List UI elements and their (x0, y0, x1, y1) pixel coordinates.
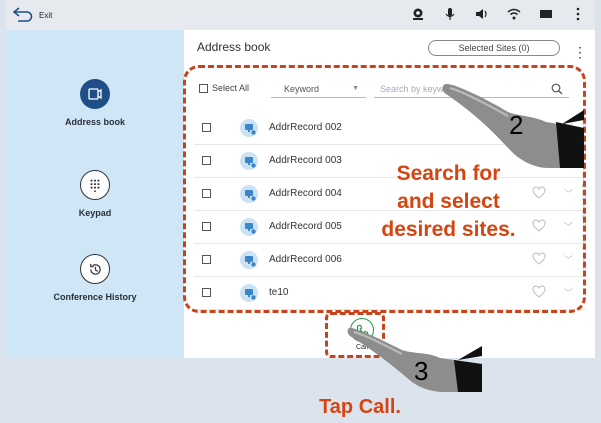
instruction-line: and select (397, 190, 500, 213)
top-bar: Exit (6, 0, 595, 30)
speaker-icon[interactable] (475, 7, 489, 21)
wifi-icon[interactable] (507, 7, 521, 21)
instruction-line: desired sites. (381, 218, 516, 241)
sidebar-item-conference-history[interactable]: Conference History (6, 254, 184, 302)
screen-icon[interactable] (539, 7, 553, 21)
instruction-search-select: Search for and select desired sites. (356, 160, 541, 244)
sidebar-item-label: Address book (64, 117, 125, 127)
microphone-icon[interactable] (443, 7, 457, 21)
status-icons (411, 7, 585, 21)
sidebar-item-keypad[interactable]: Keypad (6, 170, 184, 218)
sidebar-item-label: Conference History (53, 292, 137, 302)
step-2-number: 2 (509, 110, 524, 140)
sidebar-item-label: Keypad (78, 208, 112, 218)
keypad-icon (80, 170, 110, 200)
selected-sites-button[interactable]: Selected Sites (0) (428, 40, 560, 56)
more-icon[interactable] (571, 7, 585, 21)
instruction-tap-call: Tap Call. (319, 396, 401, 418)
sidebar: Address book Keypad Conference History (6, 30, 184, 358)
sidebar-item-address-book[interactable]: Address book (6, 79, 184, 127)
page-title: Address book (197, 40, 271, 54)
instruction-line: Search for (396, 162, 501, 185)
back-arrow-icon (12, 7, 33, 22)
menu-dots-icon[interactable]: ⋮ (573, 44, 587, 61)
step-3-number: 3 (414, 356, 429, 386)
exit-button[interactable]: Exit (12, 5, 52, 25)
address-book-icon (80, 79, 110, 109)
exit-label: Exit (39, 10, 53, 20)
history-icon (80, 254, 110, 284)
camera-icon[interactable] (411, 7, 425, 21)
